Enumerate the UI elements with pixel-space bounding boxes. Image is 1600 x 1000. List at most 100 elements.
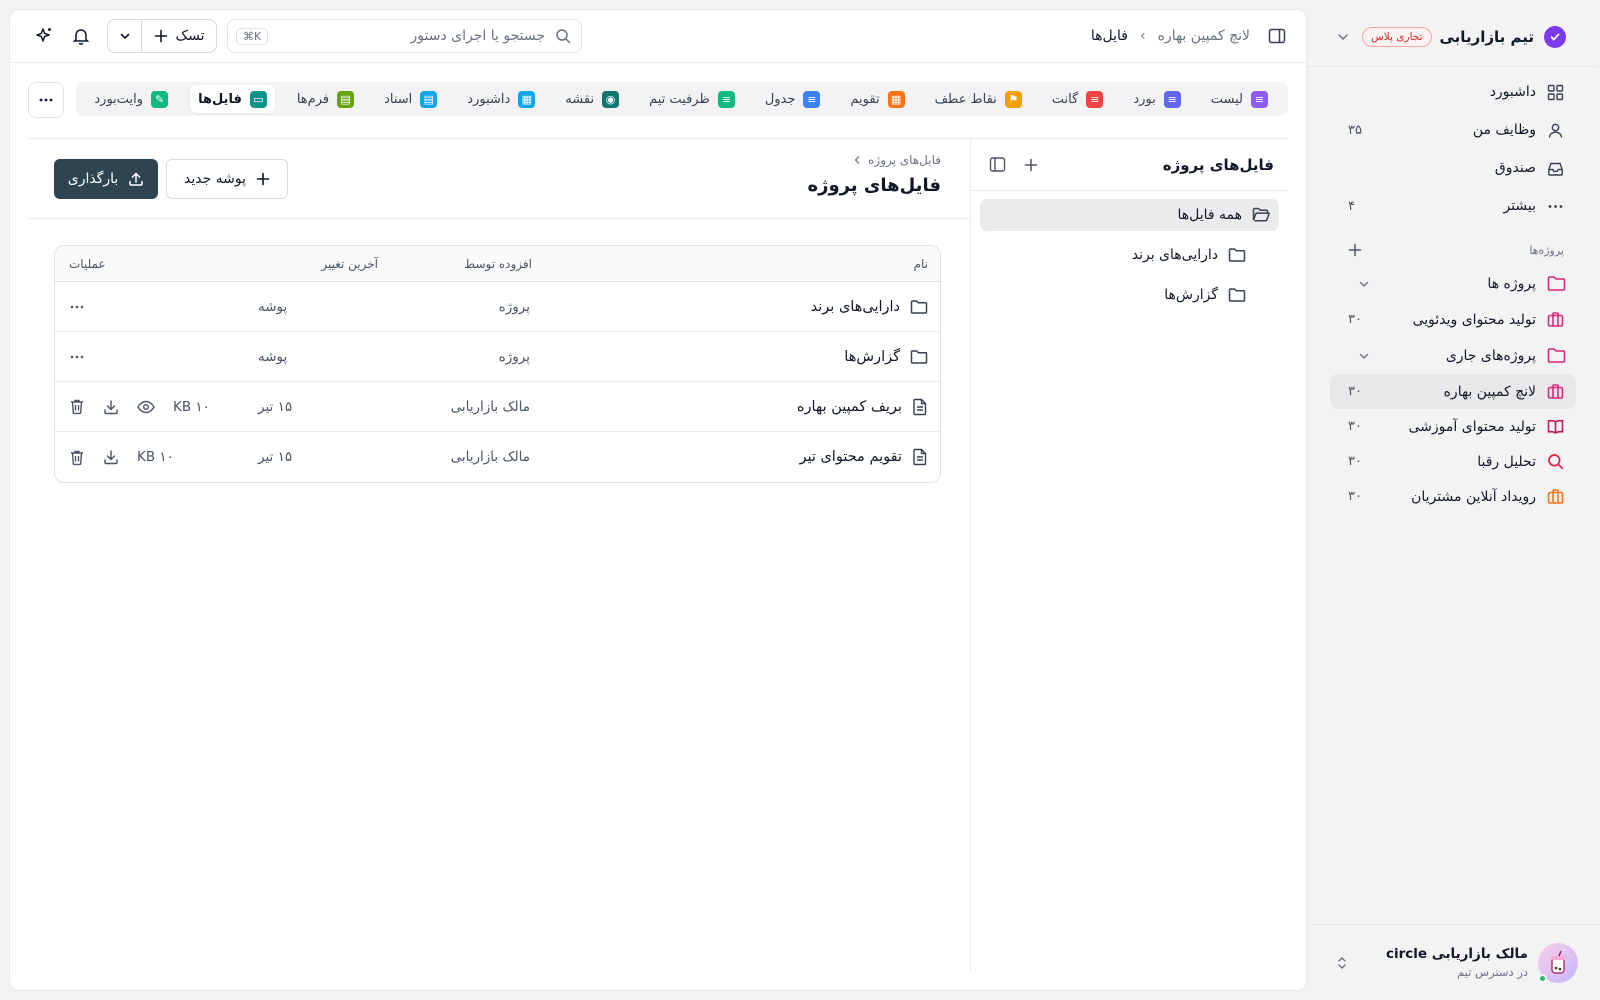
folder-projects[interactable]: پروژه ها	[1330, 265, 1576, 302]
sidebar: تیم بازاریابی تجاری پلاس داشبورد وظایف م…	[1306, 0, 1600, 1000]
table-row[interactable]: گزارش‌ها پروژه پوشه	[55, 332, 940, 382]
table-row[interactable]: دارایی‌های برند پروژه پوشه	[55, 282, 940, 332]
view-type-icon: ▭	[249, 90, 267, 108]
sidebar-toggle-icon[interactable]	[1268, 27, 1286, 45]
new-task-main[interactable]: تسک	[142, 20, 216, 52]
nav-label: بیشتر	[1503, 198, 1536, 214]
row-name[interactable]: بریف کمپین بهاره	[797, 399, 902, 415]
project-online-event[interactable]: رویداد آنلاین مشتریان ۳۰	[1330, 479, 1576, 514]
project-video-content[interactable]: تولید محتوای ویدئویی ۳۰	[1330, 302, 1576, 337]
add-project-icon[interactable]	[1348, 243, 1362, 257]
ellipsis-icon[interactable]	[69, 299, 85, 315]
tab-label: اسناد	[384, 91, 413, 107]
tab-view[interactable]: ▦ داشبورد	[459, 85, 543, 113]
breadcrumb-parent[interactable]: لانچ کمپین بهاره	[1158, 28, 1250, 44]
tab-view[interactable]: ◉ نقشه	[557, 85, 627, 113]
tab-label: نقاط عطف	[934, 91, 997, 107]
table-header: نام افزوده توسط آخرین تغییر عملیات	[55, 246, 940, 282]
folder-active-projects[interactable]: پروژه‌های جاری	[1330, 337, 1576, 374]
ellipsis-icon[interactable]	[69, 349, 85, 365]
sparkle-icon[interactable]	[34, 26, 54, 46]
project-spring-campaign[interactable]: لانچ کمپین بهاره ۳۰	[1330, 374, 1576, 409]
chevron-down-icon[interactable]	[1354, 278, 1374, 290]
row-modified: پوشه	[258, 298, 288, 315]
tab-view[interactable]: ≡ بورد	[1125, 85, 1188, 113]
upload-icon	[128, 171, 144, 187]
chevron-down-icon[interactable]	[1354, 350, 1374, 362]
tab-label: گانت	[1051, 91, 1079, 107]
search-input[interactable]: جستجو یا اجرای دستور ⌘K	[227, 19, 582, 53]
nav-dashboard[interactable]: داشبورد	[1330, 73, 1576, 111]
trash-icon[interactable]	[69, 449, 85, 466]
tab-view[interactable]: ▦ تقویم	[842, 85, 912, 113]
new-task-label: تسک	[175, 28, 205, 44]
tab-view[interactable]: ≡ گانت	[1044, 85, 1112, 113]
new-task-button[interactable]: تسک	[107, 19, 217, 53]
tab-view[interactable]: ▭ فایل‌ها	[190, 85, 275, 113]
download-icon[interactable]	[103, 399, 119, 415]
files-table: نام افزوده توسط آخرین تغییر عملیات دارای…	[54, 245, 941, 483]
user-menu[interactable]: مالک بازاریابی circle در دسترس تیم	[1308, 924, 1600, 1000]
view-type-icon: ▤	[420, 90, 438, 108]
nav-my-tasks[interactable]: وظایف من ۳۵	[1330, 111, 1576, 149]
column-added-by[interactable]: افزوده توسط	[464, 257, 532, 271]
team-switcher[interactable]: تیم بازاریابی تجاری پلاس	[1330, 16, 1576, 58]
more-views-button[interactable]	[28, 82, 64, 118]
grid-icon	[1546, 84, 1564, 101]
bell-icon[interactable]	[72, 27, 90, 45]
eye-icon[interactable]	[137, 400, 155, 414]
tree-item-all-files[interactable]: همه فایل‌ها	[980, 199, 1279, 231]
tab-view[interactable]: ≡ ظرفیت تیم	[641, 85, 743, 113]
project-label: تولید محتوای ویدئویی	[1412, 311, 1536, 328]
row-name[interactable]: تقویم محتوای تیر	[799, 449, 902, 465]
folder-label: پروژه ها	[1487, 275, 1536, 292]
new-folder-button[interactable]: پوشه جدید	[166, 159, 288, 199]
files-breadcrumb[interactable]: فایل‌های پروژه	[852, 153, 941, 167]
nav-label: صندوق	[1494, 160, 1536, 176]
briefcase-icon	[1546, 383, 1564, 400]
add-folder-icon[interactable]	[1024, 158, 1038, 172]
tab-view[interactable]: ▤ اسناد	[376, 85, 445, 113]
folder-open-icon	[1252, 207, 1271, 223]
chevron-updown-icon[interactable]	[1336, 955, 1348, 971]
project-education-content[interactable]: تولید محتوای آموزشی ۳۰	[1330, 409, 1576, 444]
tab-label: فرم‌ها	[296, 91, 330, 107]
upload-button[interactable]: بارگذاری	[54, 159, 158, 199]
tree-item-reports[interactable]: گزارش‌ها	[971, 279, 1288, 311]
tab-view[interactable]: ▤ فرم‌ها	[289, 85, 362, 113]
tab-view[interactable]: ✎ وایت‌بورد	[86, 85, 176, 113]
new-task-dropdown[interactable]	[108, 20, 142, 52]
row-name[interactable]: گزارش‌ها	[844, 349, 900, 365]
book-icon	[1546, 418, 1564, 435]
projects-section-head: پروژه‌ها	[1330, 235, 1576, 265]
table-row[interactable]: تقویم محتوای تیر مالک بازاریابی ۱۵ تیر K…	[55, 432, 940, 482]
download-icon[interactable]	[103, 449, 119, 465]
row-name[interactable]: دارایی‌های برند	[811, 299, 900, 315]
tab-view[interactable]: ≡ لیست	[1203, 85, 1276, 113]
view-type-icon: ◉	[602, 90, 620, 108]
project-label: لانچ کمپین بهاره	[1443, 383, 1536, 400]
chevron-down-icon[interactable]	[1336, 30, 1350, 44]
project-label: رویداد آنلاین مشتریان	[1411, 488, 1536, 505]
tab-label: ظرفیت تیم	[649, 91, 710, 107]
trash-icon[interactable]	[69, 398, 85, 415]
column-modified[interactable]: آخرین تغییر	[321, 257, 378, 271]
nav-more[interactable]: بیشتر ۴	[1330, 187, 1576, 225]
file-icon	[912, 448, 928, 466]
column-name[interactable]: نام	[914, 257, 928, 271]
online-status-dot	[1538, 973, 1547, 983]
nav-inbox[interactable]: صندوق	[1330, 149, 1576, 187]
project-count: ۳۰	[1348, 384, 1362, 399]
project-count: ۳۰	[1348, 419, 1362, 434]
tab-view[interactable]: ⚑ نقاط عطف	[927, 85, 1030, 113]
tab-label: جدول	[764, 91, 796, 107]
plan-badge: تجاری پلاس	[1361, 27, 1432, 47]
table-row[interactable]: بریف کمپین بهاره مالک بازاریابی ۱۵ تیر K…	[55, 382, 940, 432]
project-competitor-analysis[interactable]: تحلیل رقبا ۳۰	[1330, 444, 1576, 479]
folder-label: پروژه‌های جاری	[1445, 347, 1536, 364]
row-modified: ۱۵ تیر	[258, 398, 293, 415]
tab-view[interactable]: ≡ جدول	[757, 85, 829, 113]
row-size: KB ۱۰	[137, 449, 174, 465]
panel-toggle-icon[interactable]	[989, 156, 1006, 173]
tree-item-brand-assets[interactable]: دارایی‌های برند	[971, 239, 1288, 271]
